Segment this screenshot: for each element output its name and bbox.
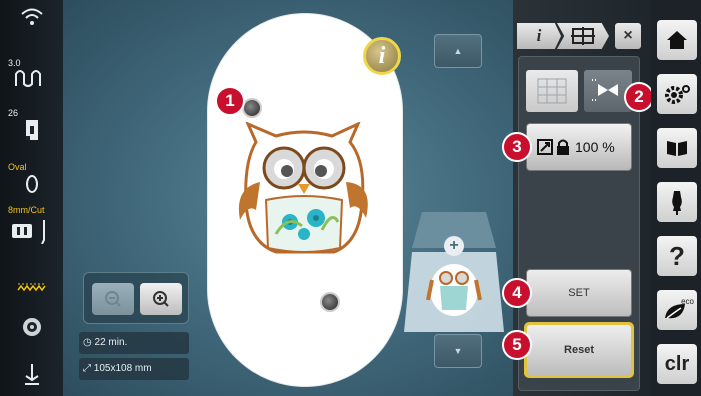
reset-button[interactable]: Reset xyxy=(524,322,634,378)
close-button[interactable]: × xyxy=(615,23,641,49)
panel-tabs: i × xyxy=(517,23,641,49)
needle-plate-icon[interactable] xyxy=(0,218,63,249)
set-button[interactable]: SET xyxy=(526,269,632,317)
scale-lock-icon xyxy=(537,139,569,155)
hoop-grid-icon xyxy=(571,27,595,45)
presser-foot-icon[interactable] xyxy=(0,118,63,147)
wifi-icon xyxy=(0,6,63,33)
settings-gear-icon xyxy=(665,85,690,104)
oval-hoop-icon[interactable] xyxy=(0,174,63,199)
eco-button[interactable]: eco xyxy=(657,290,697,330)
design-preview-card[interactable] xyxy=(404,212,504,338)
move-up-button[interactable]: ▲ xyxy=(434,34,482,68)
grid-icon xyxy=(537,78,567,104)
tutorial-button[interactable] xyxy=(657,128,697,168)
tab-info[interactable]: i xyxy=(517,23,561,49)
home-button[interactable] xyxy=(657,20,697,60)
stitch-time-box: ◷ 22 min. xyxy=(79,332,189,354)
scale-percentage: 100 % xyxy=(575,139,615,155)
hoop-bottom-handle[interactable] xyxy=(320,292,340,312)
move-down-button[interactable]: ▼ xyxy=(434,334,482,368)
needle-position-icon[interactable] xyxy=(0,362,63,393)
dress-form-icon xyxy=(672,191,682,215)
settings-button[interactable] xyxy=(657,74,697,114)
stitch-time: 22 min. xyxy=(94,337,128,348)
size-icon: ⤢ xyxy=(83,363,91,374)
zoom-panel xyxy=(83,272,189,324)
tab-hoop-grid[interactable] xyxy=(557,23,609,49)
stitch-tension-icon[interactable] xyxy=(0,66,63,95)
bobbin-icon[interactable] xyxy=(0,316,63,343)
needle-label: 8mm/Cut xyxy=(8,205,45,215)
home-icon xyxy=(667,31,687,49)
callout-badge-3: 3 xyxy=(502,132,532,162)
callout-badge-1: 1 xyxy=(215,86,245,116)
help-button[interactable]: ? xyxy=(657,236,697,276)
callout-badge-2: 2 xyxy=(624,82,654,112)
owl-embroidery-design[interactable] xyxy=(226,122,382,272)
clear-button[interactable]: clr xyxy=(657,344,697,384)
design-size: 105x108 mm xyxy=(93,363,152,374)
proportional-scale-button[interactable]: 100 % xyxy=(526,123,632,171)
stitch-pattern-icon[interactable] xyxy=(0,280,63,299)
book-icon xyxy=(667,141,687,156)
status-sidebar: 3.0 26 Oval 8mm/Cut xyxy=(0,0,63,396)
zoom-in-button[interactable] xyxy=(140,283,182,315)
grid-toggle-button[interactable] xyxy=(526,70,578,112)
info-button[interactable]: i xyxy=(363,37,401,75)
hoop-top-handle[interactable] xyxy=(242,98,262,118)
reset-button-label: Reset xyxy=(527,325,631,375)
stitch-value: 26 xyxy=(8,108,19,118)
design-size-box: ⤢ 105x108 mm xyxy=(79,358,189,380)
callout-badge-5: 5 xyxy=(502,330,532,360)
callout-badge-4: 4 xyxy=(502,278,532,308)
eco-label: eco xyxy=(681,297,694,306)
creative-consultant-button[interactable] xyxy=(657,182,697,222)
hoop-label: Oval xyxy=(8,162,27,172)
zoom-out-button[interactable] xyxy=(92,283,134,315)
clock-icon: ◷ xyxy=(83,337,92,348)
add-design-icon[interactable]: + xyxy=(444,236,464,256)
